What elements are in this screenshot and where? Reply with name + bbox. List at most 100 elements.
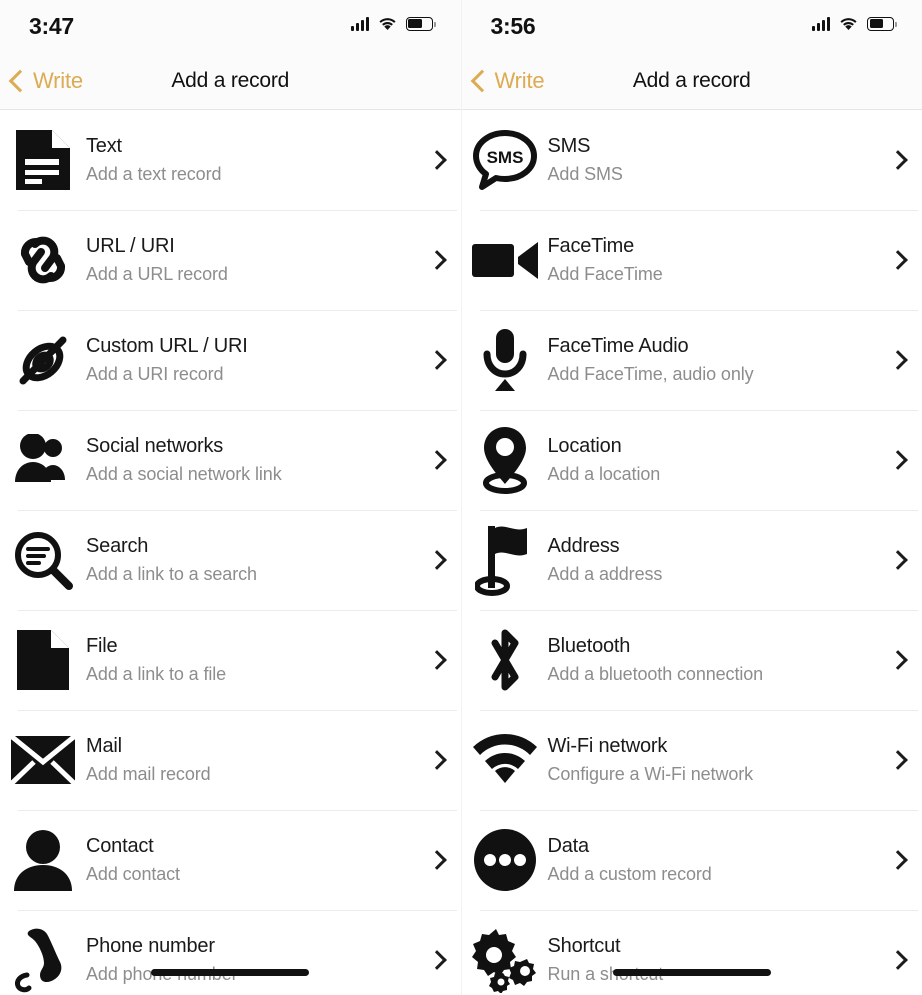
list-item-subtitle: Add a social network link bbox=[86, 463, 282, 484]
chevron-right-icon[interactable] bbox=[874, 910, 922, 995]
chevron-right-icon[interactable] bbox=[874, 110, 922, 210]
list-item-texts: Social networks Add a social network lin… bbox=[86, 433, 413, 486]
list-item-title: Social networks bbox=[86, 435, 224, 458]
list-item-subtitle: Add mail record bbox=[86, 763, 211, 784]
wifi-icon bbox=[378, 18, 396, 30]
wifi-icon bbox=[840, 18, 857, 30]
status-bar: 3:47 bbox=[0, 0, 461, 52]
list-item-subtitle: Add a bluetooth connection bbox=[547, 663, 764, 684]
chevron-right-icon[interactable] bbox=[413, 410, 461, 510]
list-item-social-networks[interactable]: Social networks Add a social network lin… bbox=[0, 410, 461, 510]
link-chain-icon bbox=[0, 210, 86, 310]
list-item-title: FaceTime Audio bbox=[547, 335, 689, 358]
list-item-texts: Data Add a custom record bbox=[548, 833, 875, 886]
list-item-texts: FaceTime Audio Add FaceTime, audio only bbox=[548, 333, 875, 386]
list-item-mail[interactable]: Mail Add mail record bbox=[0, 710, 461, 810]
list-item-sms[interactable]: SMS SMS Add SMS bbox=[461, 110, 922, 210]
battery-icon bbox=[405, 16, 436, 31]
list-item-texts: URL / URI Add a URL record bbox=[86, 233, 413, 286]
chevron-right-icon[interactable] bbox=[874, 210, 922, 310]
list-item-texts: Contact Add contact bbox=[86, 833, 413, 886]
sms-bubble-icon: SMS bbox=[462, 110, 548, 210]
list-item-title: Location bbox=[547, 435, 622, 458]
page-title: Add a record bbox=[171, 68, 290, 92]
phone-handset-icon bbox=[0, 910, 86, 995]
list-item-title: Text bbox=[86, 135, 122, 158]
people-icon bbox=[0, 410, 86, 510]
battery-icon bbox=[867, 16, 897, 31]
list-item-title: Shortcut bbox=[547, 935, 621, 958]
chevron-right-icon[interactable] bbox=[413, 210, 461, 310]
list-item-texts: SMS Add SMS bbox=[548, 133, 875, 186]
list-item-texts: Phone number Add phone number bbox=[86, 933, 413, 986]
cellular-signal-icon bbox=[350, 16, 369, 31]
list-item-subtitle: Add FaceTime, audio only bbox=[547, 363, 754, 384]
chevron-right-icon[interactable] bbox=[874, 410, 922, 510]
list-item-text[interactable]: Text Add a text record bbox=[0, 110, 461, 210]
list-item-custom-url-uri[interactable]: Custom URL / URI Add a URI record bbox=[0, 310, 461, 410]
list-item-phone-number[interactable]: Phone number Add phone number bbox=[0, 910, 461, 995]
chevron-right-icon[interactable] bbox=[874, 510, 922, 610]
list-item-url-uri[interactable]: URL / URI Add a URL record bbox=[0, 210, 461, 310]
video-camera-icon bbox=[462, 210, 548, 310]
list-item-title: Address bbox=[547, 535, 620, 558]
list-item-texts: Wi-Fi network Configure a Wi-Fi network bbox=[548, 733, 875, 786]
chevron-right-icon[interactable] bbox=[413, 810, 461, 910]
document-text-icon bbox=[0, 110, 86, 210]
list-item-subtitle: Add a link to a search bbox=[86, 563, 257, 584]
record-type-list: SMS SMS Add SMS FaceTime Add FaceTime Fa… bbox=[461, 110, 922, 995]
status-clock: 3:47 bbox=[29, 13, 74, 39]
file-icon bbox=[0, 610, 86, 710]
list-item-subtitle: Add a URL record bbox=[86, 263, 228, 284]
list-item-subtitle: Add SMS bbox=[547, 163, 623, 184]
list-item-subtitle: Add a location bbox=[547, 463, 661, 484]
chevron-right-icon[interactable] bbox=[413, 110, 461, 210]
chevron-right-icon[interactable] bbox=[874, 310, 922, 410]
chevron-right-icon[interactable] bbox=[413, 710, 461, 810]
chevron-right-icon[interactable] bbox=[413, 510, 461, 610]
home-indicator bbox=[612, 969, 771, 976]
map-pin-icon bbox=[462, 410, 548, 510]
list-item-file[interactable]: File Add a link to a file bbox=[0, 610, 461, 710]
list-item-contact[interactable]: Contact Add contact bbox=[0, 810, 461, 910]
cellular-signal-icon bbox=[812, 16, 830, 31]
list-item-facetime[interactable]: FaceTime Add FaceTime bbox=[461, 210, 922, 310]
chevron-right-icon[interactable] bbox=[874, 610, 922, 710]
chevron-right-icon[interactable] bbox=[413, 610, 461, 710]
list-item-wifi-network[interactable]: Wi-Fi network Configure a Wi-Fi network bbox=[461, 710, 922, 810]
list-item-title: Phone number bbox=[86, 935, 215, 958]
list-item-location[interactable]: Location Add a location bbox=[461, 410, 922, 510]
list-item-texts: Address Add a address bbox=[548, 533, 875, 586]
list-item-title: SMS bbox=[547, 135, 591, 158]
list-item-texts: File Add a link to a file bbox=[86, 633, 413, 686]
svg-text:SMS: SMS bbox=[486, 148, 523, 167]
list-item-address[interactable]: Address Add a address bbox=[461, 510, 922, 610]
phone-screen-right: 3:56 Write Add a record SMS SMS Add SMS … bbox=[460, 0, 922, 995]
list-item-title: URL / URI bbox=[86, 235, 175, 258]
phone-screen-left: 3:47 Write Add a record Text Add a text … bbox=[0, 0, 461, 995]
chevron-right-icon[interactable] bbox=[874, 810, 922, 910]
list-item-data[interactable]: Data Add a custom record bbox=[461, 810, 922, 910]
page-title: Add a record bbox=[632, 68, 751, 92]
wifi-signal-icon bbox=[462, 710, 548, 810]
list-item-shortcut[interactable]: Shortcut Run a shortcut bbox=[461, 910, 922, 995]
ellipsis-circle-icon bbox=[462, 810, 548, 910]
screenshot-pair: 3:47 Write Add a record Text Add a text … bbox=[0, 0, 922, 995]
list-item-title: File bbox=[86, 635, 118, 658]
list-item-title: Contact bbox=[86, 835, 154, 858]
flag-icon bbox=[462, 510, 548, 610]
list-item-texts: Search Add a link to a search bbox=[86, 533, 413, 586]
list-item-texts: Bluetooth Add a bluetooth connection bbox=[548, 633, 875, 686]
chevron-right-icon[interactable] bbox=[874, 710, 922, 810]
list-item-facetime-audio[interactable]: FaceTime Audio Add FaceTime, audio only bbox=[461, 310, 922, 410]
list-item-texts: Location Add a location bbox=[548, 433, 875, 486]
list-item-bluetooth[interactable]: Bluetooth Add a bluetooth connection bbox=[461, 610, 922, 710]
status-icon-group bbox=[350, 16, 436, 31]
chevron-right-icon[interactable] bbox=[413, 310, 461, 410]
gears-icon bbox=[462, 910, 548, 995]
list-item-title: Custom URL / URI bbox=[86, 335, 248, 358]
chevron-right-icon[interactable] bbox=[413, 910, 461, 995]
list-item-texts: Custom URL / URI Add a URI record bbox=[86, 333, 413, 386]
list-item-search[interactable]: Search Add a link to a search bbox=[0, 510, 461, 610]
list-item-subtitle: Add a URI record bbox=[86, 363, 224, 384]
